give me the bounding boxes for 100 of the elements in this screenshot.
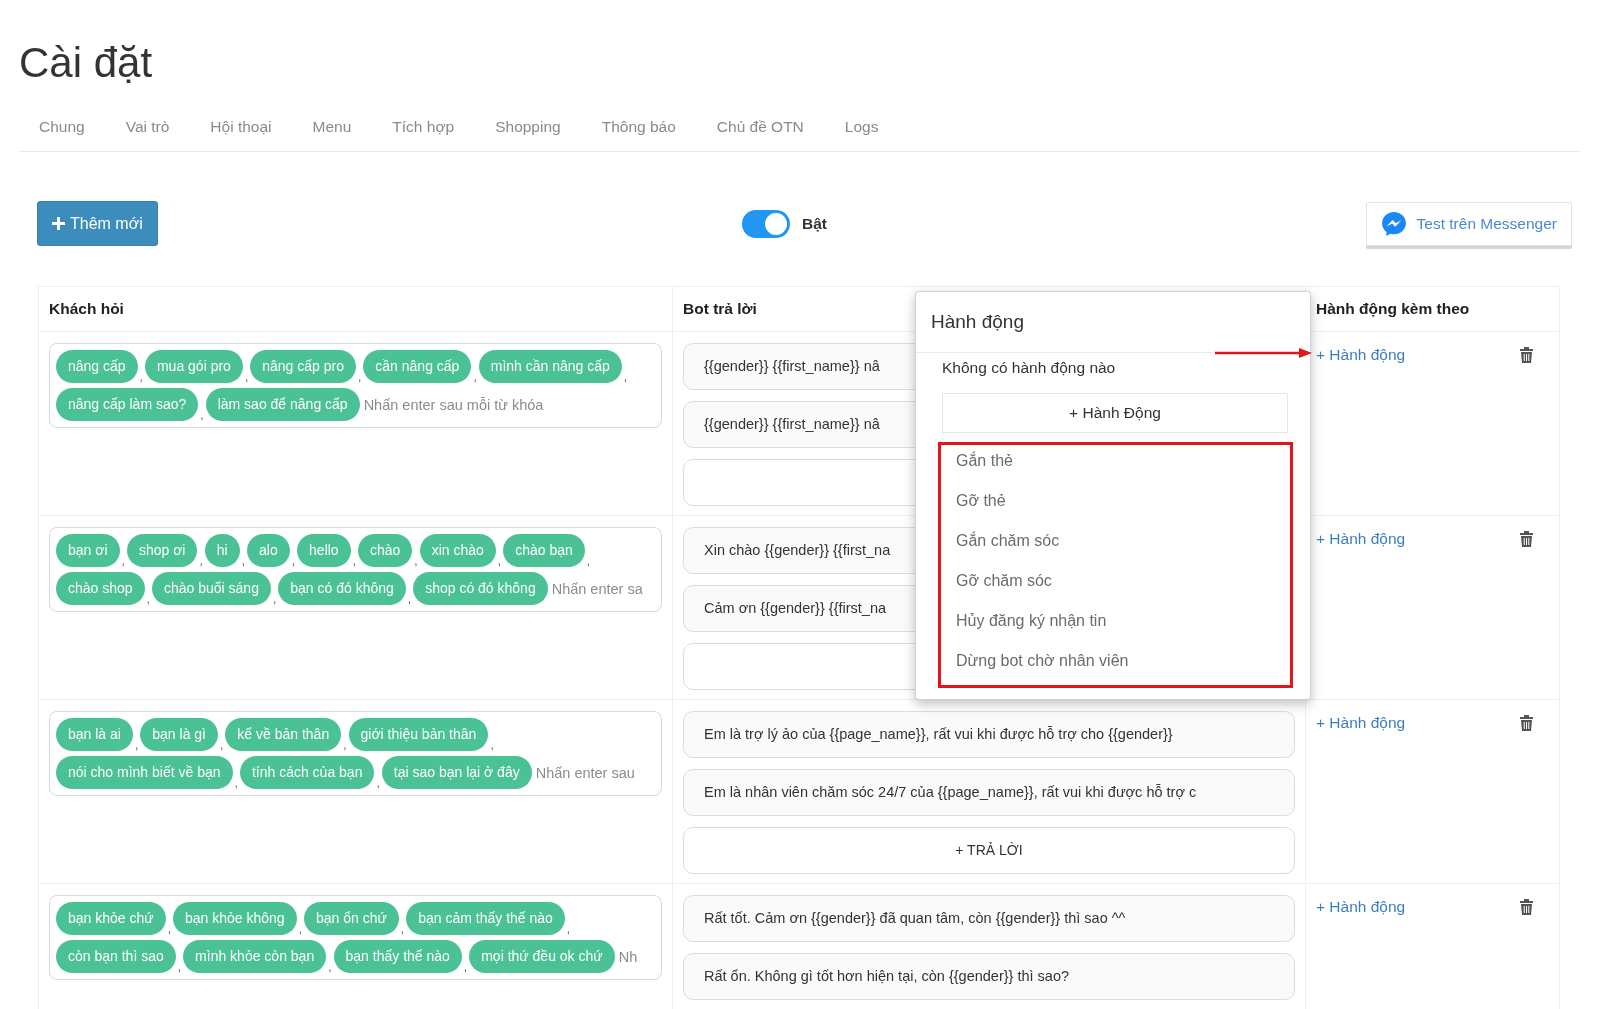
- tag-separator: ,: [241, 555, 246, 567]
- keyword-input[interactable]: Nhấn enter sa: [547, 572, 655, 605]
- keyword-tag: hello: [297, 534, 351, 567]
- keyword-tag: chào: [358, 534, 413, 567]
- keyword-tag: mình khỏe còn bạn: [183, 940, 327, 973]
- tab[interactable]: Chủ đề OTN: [696, 103, 825, 151]
- tag-separator: ,: [414, 555, 418, 567]
- tag-separator: ,: [199, 555, 203, 567]
- reply-field[interactable]: Rất ổn. Không gì tốt hơn hiện tại, còn {{gender}} thì sao?: [683, 953, 1295, 1000]
- trash-icon[interactable]: [1520, 347, 1533, 363]
- add-action-button[interactable]: + Hành Động: [942, 393, 1288, 433]
- tag-separator: ,: [343, 739, 347, 751]
- keyword-tag: kể về bản thân: [225, 718, 342, 751]
- keyword-tag: tại sao bạn lại ở đây: [381, 756, 532, 789]
- tag-separator: ,: [200, 409, 204, 421]
- column-header: Khách hỏi: [49, 300, 124, 317]
- add-action-link[interactable]: + Hành động: [1316, 898, 1406, 915]
- toggle-switch[interactable]: [742, 209, 790, 238]
- tag-separator: ,: [497, 555, 502, 567]
- tag-separator: ,: [586, 555, 591, 567]
- reply-field[interactable]: Em là trợ lý ảo của {{page_name}}, rất vui khi được hỗ trợ cho {{gender}}: [683, 711, 1295, 758]
- column-header: Bot trả lời: [683, 300, 757, 317]
- tag-separator: ,: [272, 593, 277, 605]
- tag-separator: ,: [220, 739, 224, 751]
- keyword-tag: mọi thứ đều ok chứ: [469, 940, 615, 973]
- keyword-tag: bạn là ai: [56, 718, 133, 751]
- keyword-tag: chào buổi sáng: [151, 572, 271, 605]
- tab[interactable]: Menu: [292, 103, 373, 151]
- tag-separator: ,: [291, 555, 296, 567]
- keyword-tag: giới thiệu bản thân: [348, 718, 489, 751]
- add-reply-button[interactable]: + TRẢ LỜI: [683, 827, 1295, 874]
- tag-separator: ,: [357, 371, 362, 383]
- trash-icon[interactable]: [1520, 531, 1533, 547]
- trash-icon[interactable]: [1520, 899, 1533, 915]
- keyword-tag: hi: [204, 534, 240, 567]
- keyword-tag: mình cần nâng cấp: [478, 350, 622, 383]
- tag-separator: ,: [139, 371, 143, 383]
- tab[interactable]: Hội thoại: [190, 103, 293, 151]
- keyword-tag: nâng cấp làm sao?: [56, 388, 199, 421]
- tab[interactable]: Chung: [19, 103, 106, 151]
- tag-separator: ,: [623, 371, 628, 383]
- action-option[interactable]: Gắn chăm sóc: [941, 525, 1290, 565]
- test-messenger-button[interactable]: Test trên Messenger: [1365, 201, 1572, 246]
- tab[interactable]: Vai trò: [105, 103, 191, 151]
- trash-icon[interactable]: [1520, 715, 1533, 731]
- keyword-tag: bạn có đó không: [278, 572, 406, 605]
- tag-separator: ,: [352, 555, 356, 567]
- keyword-input[interactable]: Nhấn enter sau: [531, 756, 655, 789]
- keyword-input[interactable]: Nhấn enter sau mỗi từ khóa: [359, 388, 655, 421]
- tag-separator: ,: [244, 371, 249, 383]
- keyword-tag: bạn ơi: [56, 534, 120, 567]
- tag-separator: ,: [121, 555, 125, 567]
- keyword-tag: alo: [247, 534, 290, 567]
- keyword-tag: còn bạn thì sao: [56, 940, 176, 973]
- action-option[interactable]: Gắn thẻ: [941, 445, 1290, 485]
- tag-separator: ,: [167, 923, 171, 935]
- tag-separator: ,: [146, 593, 150, 605]
- keyword-tag: nâng cấp: [56, 350, 138, 383]
- add-action-link[interactable]: + Hành động: [1316, 530, 1406, 547]
- keyword-tag: nói cho mình biết về bạn: [56, 756, 233, 789]
- add-action-link[interactable]: + Hành động: [1316, 346, 1406, 363]
- keyword-input[interactable]: Nh: [614, 940, 655, 973]
- add-action-link[interactable]: + Hành động: [1316, 714, 1406, 731]
- tag-separator: ,: [463, 961, 468, 973]
- tag-separator: ,: [328, 961, 332, 973]
- action-option[interactable]: Hủy đăng ký nhận tin: [941, 605, 1290, 645]
- plus-icon: [52, 217, 65, 230]
- tag-separator: ,: [376, 777, 380, 789]
- empty-actions-text: Không có hành động nào: [942, 358, 1117, 378]
- action-option[interactable]: Gỡ thẻ: [941, 485, 1290, 525]
- tag-separator: ,: [134, 739, 139, 751]
- keyword-tag: chào shop: [56, 572, 145, 605]
- tab[interactable]: Thông báo: [581, 103, 697, 151]
- keyword-tag: cần nâng cấp: [363, 350, 472, 383]
- keyword-tag: bạn ổn chứ: [304, 902, 399, 935]
- action-option[interactable]: Dừng bot chờ nhân viên: [941, 645, 1290, 685]
- toggle-label: Bật: [802, 213, 827, 234]
- keyword-tag: bạn khỏe chứ: [56, 902, 166, 935]
- keyword-tag: xin chào: [419, 534, 496, 567]
- tab[interactable]: Logs: [824, 103, 900, 151]
- keyword-tag: mua gói pro: [144, 350, 243, 383]
- tab[interactable]: Shopping: [475, 103, 582, 151]
- tab[interactable]: Tích hợp: [372, 103, 476, 151]
- keyword-tag: shop ơi: [126, 534, 198, 567]
- keyword-tag: tính cách của bạn: [239, 756, 375, 789]
- tag-separator: ,: [400, 923, 405, 935]
- keyword-tag: bạn thấy thế nào: [333, 940, 462, 973]
- tag-separator: ,: [473, 371, 477, 383]
- tag-separator: ,: [490, 739, 494, 751]
- keyword-tag: nâng cấp pro: [250, 350, 356, 383]
- tag-separator: ,: [177, 961, 182, 973]
- keyword-tag: shop có đó không: [413, 572, 548, 605]
- reply-field[interactable]: Em là nhân viên chăm sóc 24/7 của {{page_name}}, rất vui khi được hỗ trợ c: [683, 769, 1295, 816]
- keyword-tag: chào bạn: [503, 534, 585, 567]
- reply-field[interactable]: Rất tốt. Cảm ơn {{gender}} đã quan tâm, còn {{gender}} thì sao ^^: [683, 895, 1295, 942]
- keyword-tag: làm sao để nâng cấp: [205, 388, 360, 421]
- add-new-button[interactable]: Thêm mới: [37, 201, 158, 246]
- chat-bubble-icon: [1380, 210, 1407, 237]
- column-header: Hành động kèm theo: [1316, 300, 1470, 317]
- action-option[interactable]: Gỡ chăm sóc: [941, 565, 1290, 605]
